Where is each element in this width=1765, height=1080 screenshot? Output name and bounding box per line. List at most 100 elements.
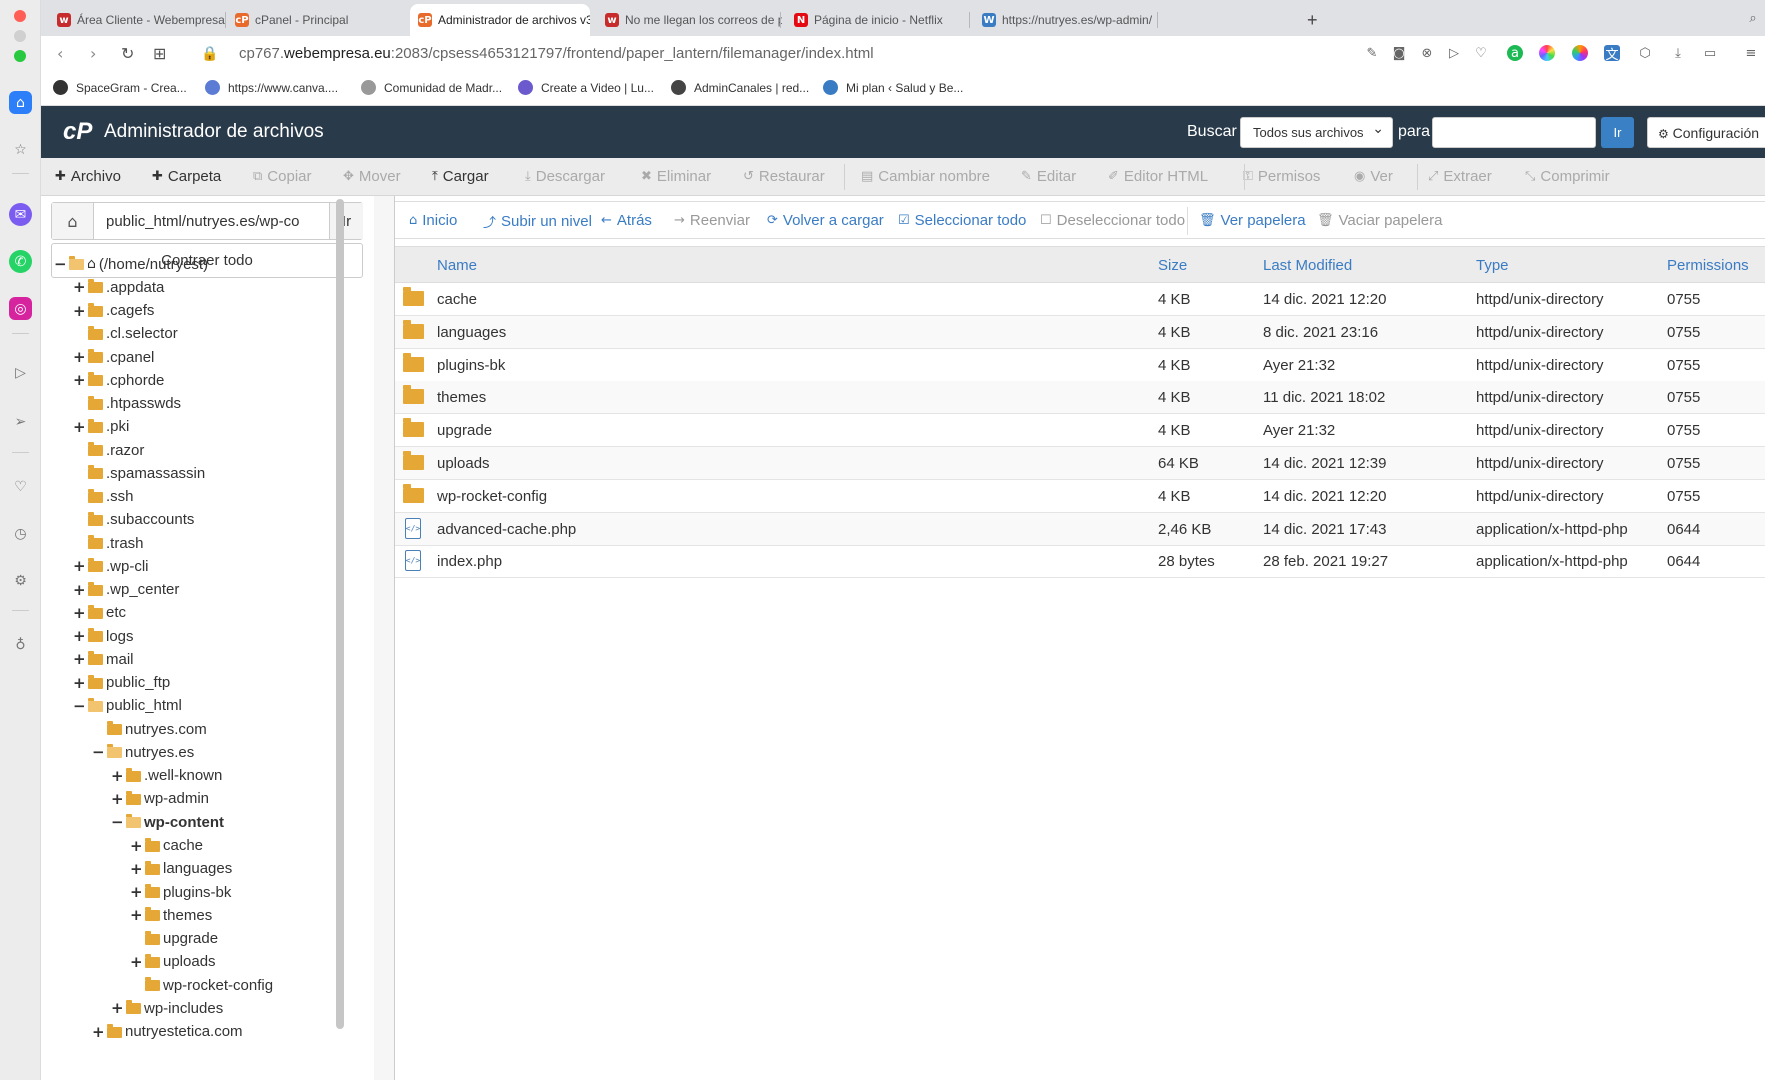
toolbar-cambiar-nombre-button[interactable]: ▤ Cambiar nombre — [861, 168, 990, 185]
table-row[interactable]: </> index.php 28 bytes 28 feb. 2021 19:27 ap… — [395, 545, 1765, 579]
edit-page-icon[interactable]: ✎ — [1364, 45, 1380, 61]
toolbar-ver-button[interactable]: ◉ Ver — [1354, 168, 1393, 185]
tree-folder-cpanel[interactable]: + .cpanel — [73, 347, 154, 367]
expand-toggle-icon[interactable]: + — [73, 557, 86, 575]
table-row[interactable]: themes 4 KB 11 dic. 2021 18:02 httpd/unix-d… — [395, 381, 1765, 415]
table-row[interactable]: cache 4 KB 14 dic. 2021 12:20 httpd/unix-di… — [395, 283, 1765, 316]
table-row[interactable]: plugins-bk 4 KB Ayer 21:32 httpd/unix-direc… — [395, 349, 1765, 382]
toolbar-carpeta-button[interactable]: ✚ Carpeta — [152, 168, 221, 185]
home-icon[interactable]: ⌂ — [52, 203, 94, 239]
menu-icon[interactable]: ≡ — [1743, 45, 1759, 61]
bookmark-item[interactable]: AdminCanales | red... — [671, 80, 809, 95]
browser-tab[interactable]: Whttps://nutryes.es/wp-admin/ — [974, 4, 1159, 36]
tree-folder-plugins-bk[interactable]: + plugins-bk — [130, 882, 231, 902]
url-field[interactable]: cp767.webempresa.eu:2083/cpsess465312179… — [239, 45, 874, 62]
lightbulb-icon[interactable]: ♁ — [9, 633, 32, 656]
instagram-icon[interactable]: ◎ — [9, 297, 32, 320]
color-wheel-icon[interactable] — [1539, 45, 1555, 61]
expand-toggle-icon[interactable]: + — [73, 278, 86, 296]
path-go-button[interactable]: Ir — [329, 203, 363, 239]
camera-icon[interactable]: ◙ — [1391, 45, 1407, 61]
search-tabs-icon[interactable]: ⌕ — [1745, 10, 1761, 26]
nav-vaciar-papelera-button[interactable]: 🗑 Vaciar papelera — [1317, 212, 1442, 229]
close-window-button[interactable] — [14, 10, 26, 22]
heart-extension-icon[interactable]: ♡ — [1473, 45, 1489, 61]
expand-toggle-icon[interactable]: + — [73, 581, 86, 599]
tree-folder-appdata[interactable]: + .appdata — [73, 277, 164, 297]
tree-folder-htpasswds[interactable]: .htpasswds — [73, 394, 181, 414]
toolbar-permisos-button[interactable]: ⚿ Permisos — [1243, 168, 1320, 185]
browser-tab[interactable]: cP Administrador de archivos v3 d — [410, 4, 590, 36]
tree-folder-razor[interactable]: .razor — [73, 440, 144, 460]
table-row[interactable]: wp-rocket-config 4 KB 14 dic. 2021 12:20 ht… — [395, 480, 1765, 513]
browser-tab[interactable]: N Página de inicio - Netflix — [786, 4, 971, 36]
bookmark-item[interactable]: Comunidad de Madr... — [361, 80, 502, 95]
search-scope-select[interactable]: Todos sus archivos — [1240, 117, 1393, 148]
browser-tab[interactable]: cP cPanel - Principal — [227, 4, 407, 36]
browser-tab[interactable]: w No me llegan los correos de pe — [597, 4, 782, 36]
tree-folder-public-ftp[interactable]: + public_ftp — [73, 673, 170, 693]
expand-toggle-icon[interactable]: + — [73, 650, 86, 668]
tree-folder-subaccounts[interactable]: .subaccounts — [73, 510, 194, 530]
tree-folder-spamassassin[interactable]: .spamassassin — [73, 463, 205, 483]
forward-arrow-icon[interactable]: › — [90, 44, 96, 63]
toolbar-comprimir-button[interactable]: ⤡ Comprimir — [1525, 168, 1610, 185]
tree-folder-cl-selector[interactable]: .cl.selector — [73, 324, 178, 344]
tree-folder-wp-rocket-config[interactable]: wp-rocket-config — [130, 975, 273, 995]
toolbar-cargar-button[interactable]: ⤒ Cargar — [432, 168, 489, 185]
tree-folder-trash[interactable]: .trash — [73, 533, 144, 553]
tree-folder-well-known[interactable]: + .well-known — [111, 766, 222, 786]
collapse-toggle-icon[interactable]: − — [92, 743, 105, 761]
nav-atrás-button[interactable]: ← Atrás — [601, 212, 652, 229]
amazon-extension-icon[interactable]: a — [1507, 45, 1523, 61]
expand-toggle-icon[interactable]: + — [73, 627, 86, 645]
toolbar-mover-button[interactable]: ✥ Mover — [343, 168, 401, 185]
tree-folder-logs[interactable]: + logs — [73, 626, 134, 646]
tree-folder-uploads[interactable]: + uploads — [130, 952, 216, 972]
zoom-window-button[interactable] — [14, 50, 26, 62]
toolbar-extraer-button[interactable]: ⤢ Extraer — [1428, 168, 1492, 185]
send-icon[interactable]: ➢ — [9, 410, 32, 433]
tree-folder-wp-center[interactable]: + .wp_center — [73, 580, 179, 600]
search-input[interactable] — [1432, 117, 1596, 148]
photos-extension-icon[interactable] — [1572, 45, 1588, 61]
tree-folder-cagefs[interactable]: + .cagefs — [73, 301, 154, 321]
expand-toggle-icon[interactable]: + — [73, 348, 86, 366]
search-go-button[interactable]: Ir — [1601, 117, 1634, 148]
collapse-toggle-icon[interactable]: − — [111, 813, 124, 831]
speed-dial-icon[interactable]: ⊞ — [153, 44, 166, 63]
toolbar-eliminar-button[interactable]: ✖ Eliminar — [641, 168, 711, 185]
tree-folder-languages[interactable]: + languages — [130, 859, 232, 879]
settings-icon[interactable]: ⚙ — [9, 569, 32, 592]
nav-subir-un-nivel-button[interactable]: ⤴ Subir un nivel — [483, 212, 592, 231]
tree-folder-upgrade[interactable]: upgrade — [130, 929, 218, 949]
toolbar-editor-html-button[interactable]: ✐ Editor HTML — [1108, 168, 1208, 185]
table-row[interactable]: </> advanced-cache.php 2,46 KB 14 dic. 2021… — [395, 512, 1765, 546]
expand-toggle-icon[interactable]: + — [111, 999, 124, 1017]
tree-folder-wp-cli[interactable]: + .wp-cli — [73, 556, 149, 576]
expand-toggle-icon[interactable]: + — [73, 371, 86, 389]
collapse-toggle-icon[interactable]: − — [54, 255, 67, 273]
tree-folder-cphorde[interactable]: + .cphorde — [73, 370, 164, 390]
toolbar-editar-button[interactable]: ✎ Editar — [1021, 168, 1076, 185]
nav-seleccionar-todo-button[interactable]: ☑ Seleccionar todo — [898, 212, 1026, 229]
toolbar-restaurar-button[interactable]: ↺ Restaurar — [743, 168, 825, 185]
tree-folder-pki[interactable]: + .pki — [73, 417, 129, 437]
nav-ver-papelera-button[interactable]: 🗑 Ver papelera — [1199, 212, 1306, 229]
column-header-permissions[interactable]: Permissions — [1667, 257, 1749, 274]
toolbar-archivo-button[interactable]: ✚ Archivo — [55, 168, 121, 185]
tree-folder-cache[interactable]: + cache — [130, 836, 203, 856]
back-arrow-icon[interactable]: ‹ — [57, 44, 63, 63]
star-dock-icon[interactable]: ☆ — [9, 138, 32, 161]
translate-icon[interactable]: 文 — [1604, 45, 1620, 63]
tree-folder-wp-content[interactable]: − wp-content — [111, 812, 224, 832]
tree-folder-etc[interactable]: + etc — [73, 603, 126, 623]
block-icon[interactable]: ⊗ — [1419, 45, 1435, 61]
expand-toggle-icon[interactable]: + — [130, 953, 143, 971]
tree-folder-public-html[interactable]: − public_html — [73, 696, 182, 716]
tree-folder-wp-admin[interactable]: + wp-admin — [111, 789, 209, 809]
battery-icon[interactable]: ▭ — [1702, 45, 1718, 61]
download-manager-icon[interactable]: ⤓ — [1670, 45, 1686, 61]
browser-tab[interactable]: w Área Cliente - Webempresa Eur — [49, 4, 227, 36]
toolbar-descargar-button[interactable]: ⤓ Descargar — [525, 168, 605, 185]
